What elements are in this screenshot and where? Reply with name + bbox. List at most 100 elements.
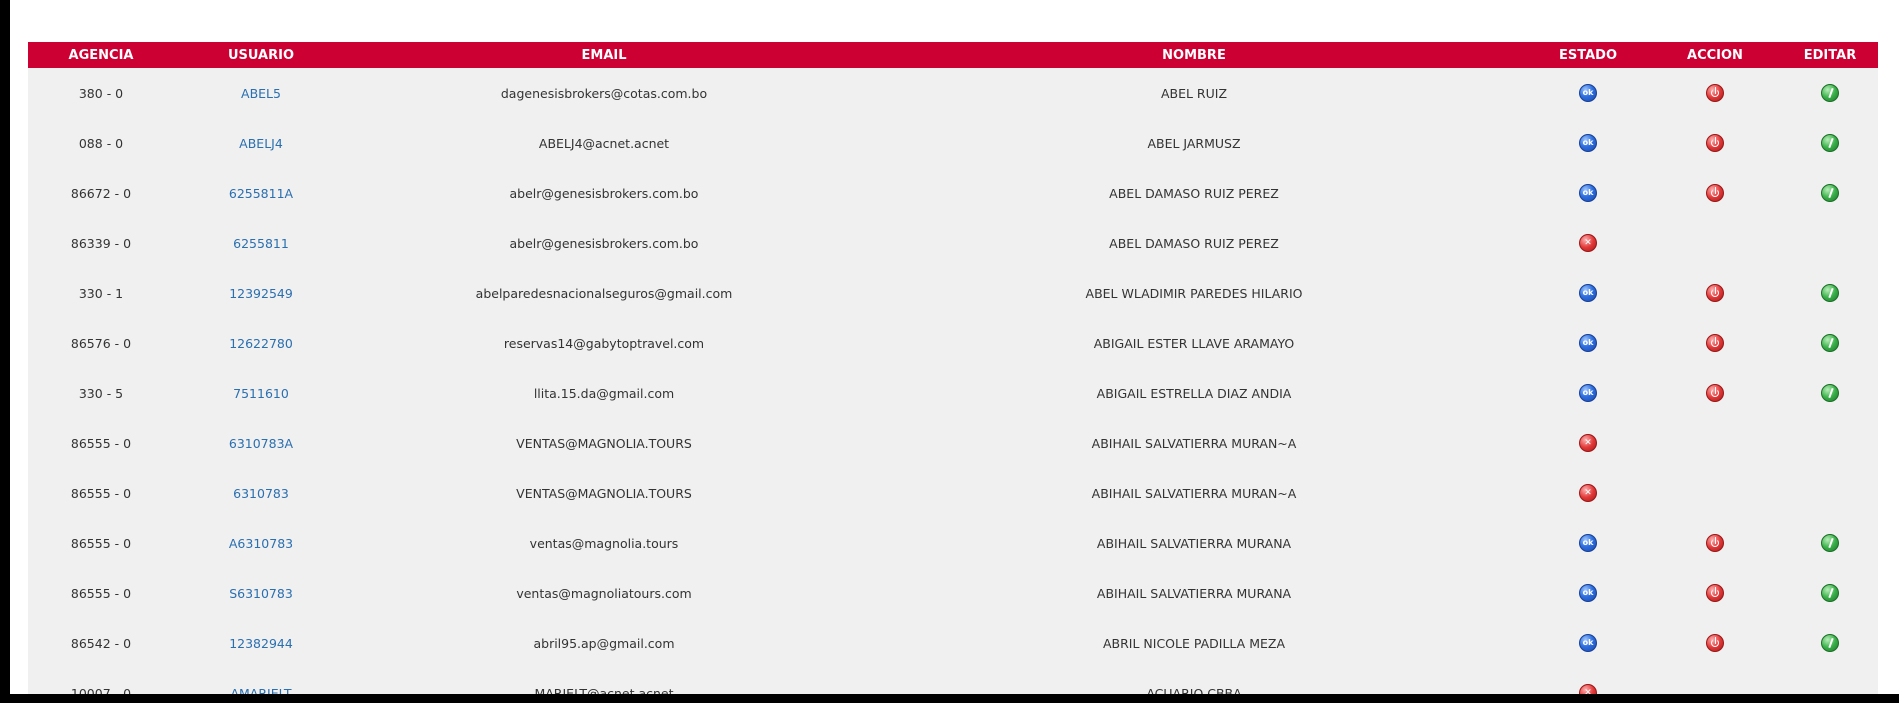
header-nombre[interactable]: NOMBRE [860,42,1528,68]
table-row: 86672 - 0 6255811A abelr@genesisbrokers.co… [28,168,1878,218]
header-accion[interactable]: ACCION [1648,42,1782,68]
edit-icon[interactable] [1821,334,1839,352]
edit-icon[interactable] [1821,284,1839,302]
ok-circle-icon[interactable] [1579,284,1597,302]
usuario-link[interactable]: 6255811 [233,236,289,251]
power-icon[interactable] [1706,184,1724,202]
cell-nombre-text: ABEL DAMASO RUIZ PEREZ [1109,235,1279,251]
power-icon[interactable] [1706,134,1724,152]
table-row: 86555 - 0 S6310783 ventas@magnoliatours.co… [28,568,1878,618]
table-row: 86542 - 0 12382944 abril95.ap@gmail.com ABR… [28,618,1878,668]
edit-icon[interactable] [1821,634,1839,652]
cell-nombre: ABEL JARMUSZ [860,118,1528,168]
cell-agencia: 86576 - 0 [28,318,174,368]
cell-nombre-text: ABEL JARMUSZ [1147,135,1241,151]
cell-accion [1648,568,1782,618]
cell-accion [1648,68,1782,118]
cell-estado [1528,518,1648,568]
edit-icon[interactable] [1821,534,1839,552]
cell-estado [1528,368,1648,418]
cell-agencia-text: 10007 - 0 [70,685,132,695]
cell-agencia-text: 86339 - 0 [70,235,132,251]
cell-editar [1782,68,1878,118]
usuario-link[interactable]: 12382944 [229,636,293,651]
table-row: 10007 - 0 AMARIELT MARIELT@acnet.acnet ACUA… [28,668,1878,694]
cell-agencia: 86542 - 0 [28,618,174,668]
cell-estado [1528,168,1648,218]
usuario-link[interactable]: 6310783A [229,436,293,451]
cell-editar [1782,218,1878,268]
ok-circle-icon[interactable] [1579,334,1597,352]
cell-usuario: AMARIELT [174,668,348,694]
ok-circle-icon[interactable] [1579,184,1597,202]
table-row: 380 - 0 ABEL5 dagenesisbrokers@cotas.com.b… [28,68,1878,118]
x-circle-icon[interactable] [1579,484,1597,502]
usuario-link[interactable]: 7511610 [233,386,289,401]
ok-circle-icon[interactable] [1579,584,1597,602]
ok-circle-icon[interactable] [1579,84,1597,102]
edit-icon[interactable] [1821,384,1839,402]
cell-usuario: ABELJ4 [174,118,348,168]
ok-circle-icon[interactable] [1579,134,1597,152]
usuario-link[interactable]: 12622780 [229,336,293,351]
cell-nombre-text: ABEL DAMASO RUIZ PEREZ [1109,185,1279,201]
cell-estado [1528,68,1648,118]
cell-email: MARIELT@acnet.acnet [348,668,860,694]
header-usuario[interactable]: USUARIO [174,42,348,68]
cell-estado [1528,318,1648,368]
cell-agencia: 86555 - 0 [28,418,174,468]
cell-agencia-text: 86555 - 0 [70,535,132,551]
cell-accion [1648,468,1782,518]
edit-icon[interactable] [1821,84,1839,102]
x-circle-icon[interactable] [1579,234,1597,252]
cell-nombre: ABEL DAMASO RUIZ PEREZ [860,168,1528,218]
x-circle-icon[interactable] [1579,434,1597,452]
power-icon[interactable] [1706,634,1724,652]
usuario-link[interactable]: 6310783 [233,486,289,501]
power-icon[interactable] [1706,534,1724,552]
usuario-link[interactable]: 12392549 [229,286,293,301]
usuario-link[interactable]: A6310783 [229,536,293,551]
cell-email-text: dagenesisbrokers@cotas.com.bo [500,85,708,101]
edit-icon[interactable] [1821,134,1839,152]
usuario-link[interactable]: S6310783 [229,586,293,601]
users-table: AGENCIA USUARIO EMAIL NOMBRE ESTADO ACCI… [28,42,1878,694]
power-icon[interactable] [1706,84,1724,102]
power-icon[interactable] [1706,284,1724,302]
cell-email: VENTAS@MAGNOLIA.TOURS [348,418,860,468]
cell-estado [1528,268,1648,318]
header-agencia[interactable]: AGENCIA [28,42,174,68]
usuario-link[interactable]: AMARIELT [230,686,291,695]
edit-icon[interactable] [1821,584,1839,602]
cell-usuario: 12382944 [174,618,348,668]
cell-editar [1782,618,1878,668]
usuario-link[interactable]: 6255811A [229,186,293,201]
cell-agencia-text: 86555 - 0 [70,585,132,601]
cell-nombre: ACUARIO CBBA [860,668,1528,694]
header-editar[interactable]: EDITAR [1782,42,1878,68]
cell-usuario: ABEL5 [174,68,348,118]
ok-circle-icon[interactable] [1579,634,1597,652]
power-icon[interactable] [1706,384,1724,402]
cell-email-text: VENTAS@MAGNOLIA.TOURS [516,435,692,451]
power-icon[interactable] [1706,334,1724,352]
x-circle-icon[interactable] [1579,684,1597,694]
cell-email-text: abelr@genesisbrokers.com.bo [509,185,699,201]
header-estado[interactable]: ESTADO [1528,42,1648,68]
cell-editar [1782,268,1878,318]
cell-email-text: abril95.ap@gmail.com [533,635,675,651]
ok-circle-icon[interactable] [1579,384,1597,402]
usuario-link[interactable]: ABEL5 [241,86,281,101]
cell-nombre-text: ABIHAIL SALVATIERRA MURANA [1096,585,1292,601]
cell-agencia: 330 - 5 [28,368,174,418]
cell-nombre-text: ABIGAIL ESTRELLA DIAZ ANDIA [1096,385,1292,401]
edit-icon[interactable] [1821,184,1839,202]
header-email[interactable]: EMAIL [348,42,860,68]
cell-estado [1528,218,1648,268]
cell-usuario: 6310783A [174,418,348,468]
usuario-link[interactable]: ABELJ4 [239,136,283,151]
ok-circle-icon[interactable] [1579,534,1597,552]
power-icon[interactable] [1706,584,1724,602]
cell-agencia-text: 088 - 0 [78,135,124,151]
cell-estado [1528,418,1648,468]
